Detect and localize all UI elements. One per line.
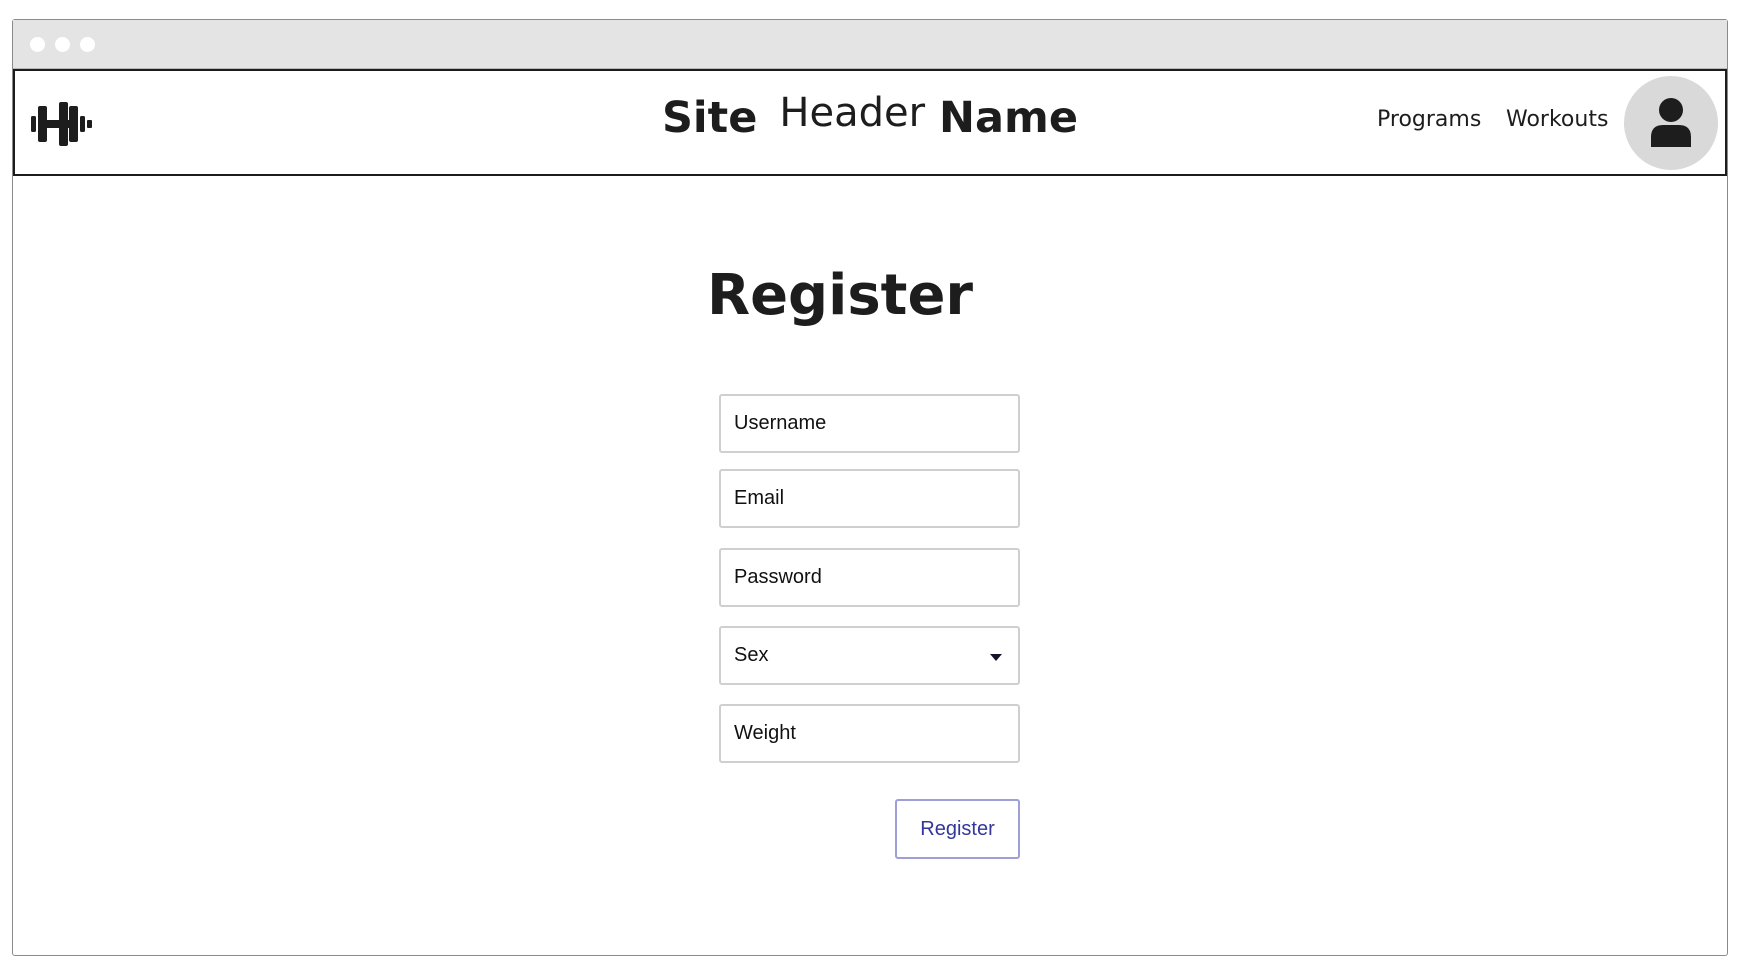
site-title-part-2: Header: [779, 90, 926, 136]
sex-select-value: Sex: [734, 644, 769, 666]
nav-link-programs[interactable]: Programs: [1377, 107, 1481, 132]
user-icon: [1651, 98, 1691, 147]
username-field[interactable]: [719, 394, 1020, 453]
email-field[interactable]: [719, 469, 1020, 528]
weight-field[interactable]: [719, 704, 1020, 763]
chevron-down-icon: [990, 654, 1002, 661]
page-title: Register: [0, 268, 1742, 324]
nav-link-workouts[interactable]: Workouts: [1506, 107, 1608, 132]
sex-select[interactable]: Sex: [719, 626, 1020, 685]
window-control-dot[interactable]: [30, 37, 45, 52]
window-control-dot[interactable]: [80, 37, 95, 52]
site-header: Site Header Name Programs Workouts: [13, 69, 1727, 176]
window-control-dot[interactable]: [55, 37, 70, 52]
site-title-part-3: Name: [939, 93, 1079, 143]
password-field[interactable]: [719, 548, 1020, 607]
window-titlebar: [13, 20, 1727, 69]
register-button[interactable]: Register: [895, 799, 1020, 859]
avatar[interactable]: [1624, 76, 1718, 170]
page-title-text: Register: [706, 263, 974, 328]
site-title-part-1: Site: [661, 93, 758, 143]
